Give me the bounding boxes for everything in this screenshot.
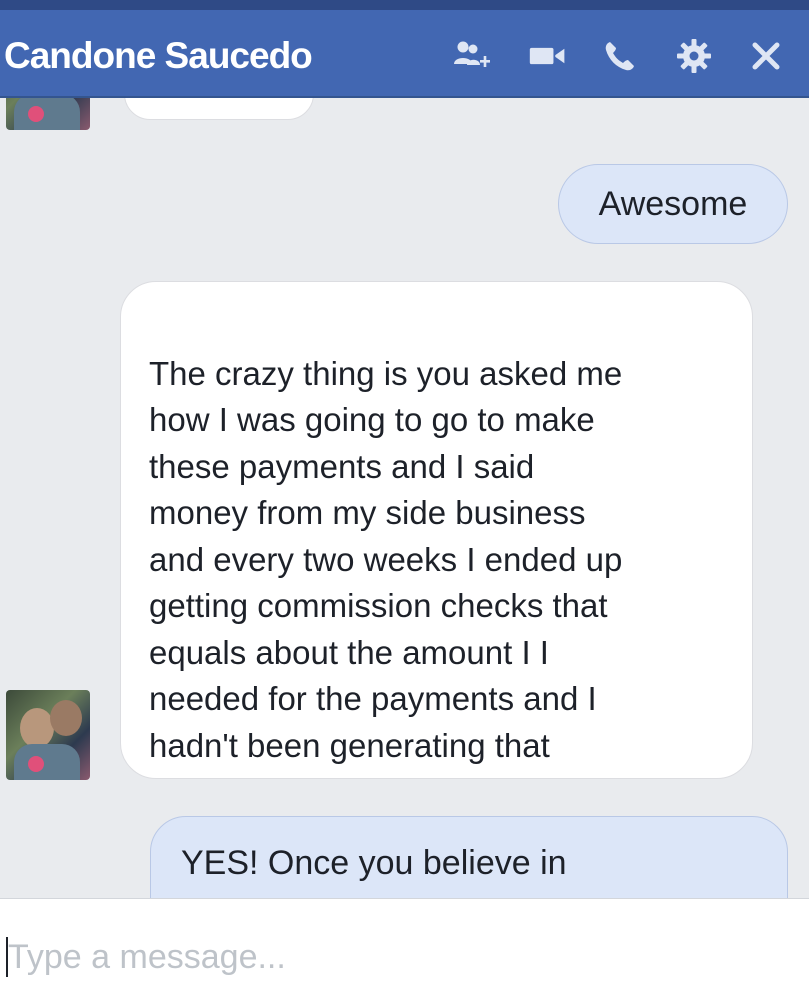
incoming-message-bubble[interactable] [124, 98, 314, 120]
message-input[interactable] [8, 933, 788, 981]
gear-icon[interactable] [674, 36, 714, 76]
sender-avatar[interactable] [6, 98, 90, 130]
chat-title[interactable]: Candone Saucedo [4, 35, 313, 77]
video-camera-icon[interactable] [528, 36, 568, 76]
outgoing-message-bubble[interactable]: Awesome [558, 164, 788, 244]
phone-icon[interactable] [600, 36, 640, 76]
window-top-strip [0, 0, 809, 10]
incoming-message-bubble[interactable]: The crazy thing is you asked me how I wa… [120, 281, 753, 779]
sender-avatar[interactable] [6, 690, 90, 780]
outgoing-message-bubble[interactable]: YES! Once you believe in [150, 816, 788, 898]
message-text: Awesome [598, 184, 748, 223]
message-composer [0, 898, 809, 995]
message-text: YES! Once you believe in [181, 844, 567, 882]
message-text: The crazy thing is you asked me how I wa… [149, 354, 623, 779]
message-thread[interactable]: Awesome The crazy thing is you asked me … [0, 98, 809, 898]
add-person-icon[interactable] [452, 36, 492, 76]
close-icon[interactable] [746, 36, 786, 76]
chat-header: Candone Saucedo [0, 10, 809, 98]
